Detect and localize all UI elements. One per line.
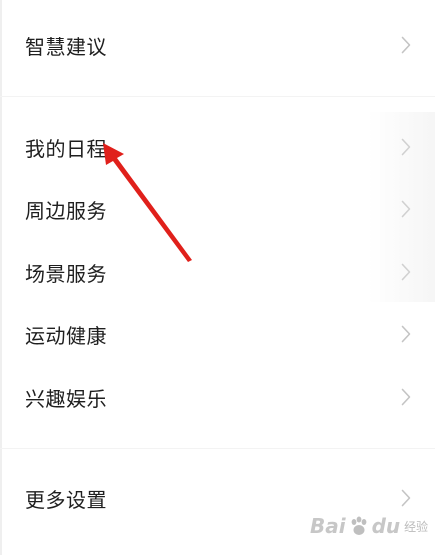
menu-item-nearby-services[interactable]: 周边服务 [0,178,435,240]
menu-item-scene-services[interactable]: 场景服务 [0,241,435,303]
chevron-right-icon [399,387,413,407]
chevron-right-icon [399,199,413,219]
menu-item-label: 周边服务 [25,198,107,223]
menu-item-label: 我的日程 [25,136,107,161]
chevron-right-icon [399,35,413,55]
section-divider [0,96,435,97]
menu-item-label: 运动健康 [25,323,107,348]
menu-item-label: 兴趣娱乐 [25,386,107,411]
chevron-right-icon [399,137,413,157]
settings-screen: 智慧建议 我的日程 周边服务 场景服务 运动健康 兴趣娱乐 更多设置 Bai d… [0,0,435,555]
menu-item-smart-suggestions[interactable]: 智慧建议 [0,14,435,76]
menu-item-label: 更多设置 [25,487,107,512]
menu-item-my-schedule[interactable]: 我的日程 [0,116,435,178]
menu-item-sports-health[interactable]: 运动健康 [0,303,435,365]
menu-item-label: 场景服务 [25,261,107,286]
menu-item-label: 智慧建议 [25,34,107,59]
chevron-right-icon [399,262,413,282]
chevron-right-icon [399,324,413,344]
section-divider [0,448,435,449]
chevron-right-icon [399,488,413,508]
menu-item-more-settings[interactable]: 更多设置 [0,467,435,529]
menu-item-interests-entertainment[interactable]: 兴趣娱乐 [0,366,435,428]
